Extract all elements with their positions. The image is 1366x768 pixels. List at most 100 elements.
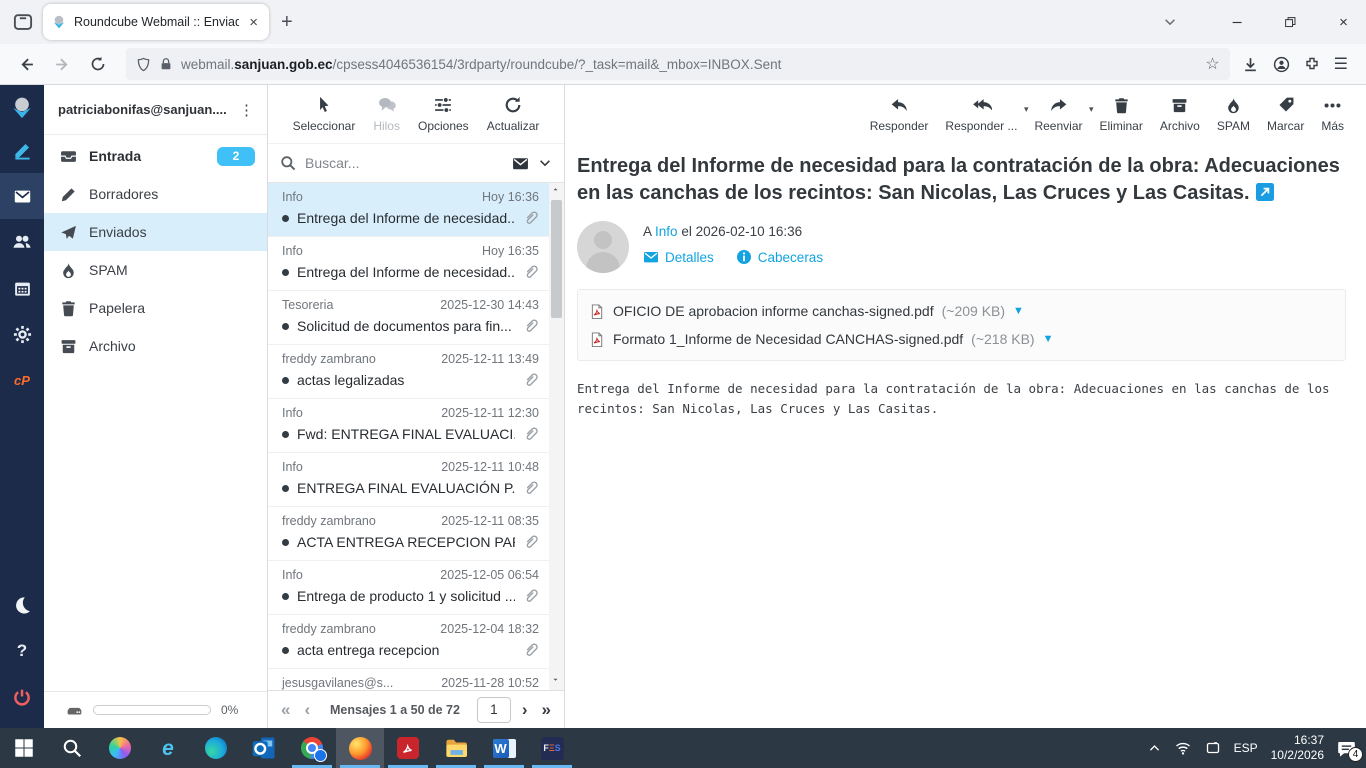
taskbar-app[interactable]: W [480,728,528,768]
rail-item[interactable] [0,173,44,219]
rail-item[interactable] [0,582,44,628]
message-row[interactable]: jesusgavilanes@s... 2025-11-28 10:52 [268,669,549,690]
tab-close-icon[interactable]: × [246,14,261,31]
rail-item[interactable] [0,127,44,173]
rail-item[interactable]: ? [0,628,44,674]
back-button[interactable] [10,49,42,79]
scroll-thumb[interactable] [551,200,562,318]
folder-item[interactable]: Entrada 2 [44,137,267,175]
extensions-icon[interactable] [1304,56,1320,72]
wifi-icon[interactable] [1174,740,1192,756]
lock-icon[interactable] [159,57,173,71]
taskbar-app[interactable]: FΞS [528,728,576,768]
account-menu-icon[interactable]: ⋮ [235,101,259,119]
message-row[interactable]: Info 2025-12-11 12:30 Fwd: ENTREGA FINAL… [268,399,549,453]
folder-item[interactable]: Archivo [44,327,267,365]
message-row[interactable]: Tesoreria 2025-12-30 14:43 Solicitud de … [268,291,549,345]
first-page-button[interactable]: « [278,700,293,720]
rail-item[interactable] [0,219,44,265]
message-row[interactable]: Info 2025-12-11 10:48 ENTREGA FINAL EVAL… [268,453,549,507]
rail-item[interactable] [0,674,44,720]
list-pagination: « ‹ Mensajes 1 a 50 de 72 1 › » [268,690,564,728]
taskbar-app[interactable] [288,728,336,768]
bookmark-star-icon[interactable]: ☆ [1205,54,1219,74]
scroll-down-icon[interactable] [549,674,564,690]
mail-toolbar-button[interactable]: SPAM ▾ [1217,95,1250,133]
taskbar-app[interactable]: e [144,728,192,768]
window-restore-button[interactable] [1268,0,1313,44]
mail-toolbar-button[interactable]: Reenviar ▾ [1034,95,1082,133]
rail-item[interactable] [0,311,44,357]
mail-toolbar-button[interactable]: Archivo ▾ [1160,95,1200,133]
message-row[interactable]: Info 2025-12-05 06:54 Entrega de product… [268,561,549,615]
list-toolbar-button[interactable]: Opciones [418,95,469,133]
language-indicator[interactable]: ESP [1234,741,1258,755]
attachment-name[interactable]: Formato 1_Informe de Necesidad CANCHAS-s… [613,331,963,347]
tray-chevron-up-icon[interactable] [1148,742,1161,755]
outlook-icon [252,736,276,760]
headers-button[interactable]: Cabeceras [736,249,823,265]
shield-icon[interactable] [136,57,151,72]
last-page-button[interactable]: » [539,700,554,720]
open-in-new-window-icon[interactable] [1256,183,1274,201]
new-tab-button[interactable]: + [281,11,293,34]
window-close-button[interactable]: × [1321,0,1366,44]
message-row[interactable]: freddy zambrano 2025-12-04 18:32 acta en… [268,615,549,669]
taskbar-app[interactable] [432,728,480,768]
message-row[interactable]: freddy zambrano 2025-12-11 08:35 ACTA EN… [268,507,549,561]
message-row[interactable]: freddy zambrano 2025-12-11 13:49 actas l… [268,345,549,399]
search-scope-icon[interactable] [512,155,529,172]
tab-list-chevron-icon[interactable] [1163,15,1177,29]
menu-icon[interactable]: ☰ [1334,54,1348,74]
mail-toolbar-button[interactable]: Marcar ▾ [1267,95,1304,133]
tray-device-icon[interactable] [1205,740,1221,756]
folder-item[interactable]: SPAM [44,251,267,289]
folder-item[interactable]: Enviados [44,213,267,251]
attachment-name[interactable]: OFICIO DE aprobacion informe canchas-sig… [613,303,934,319]
message-row[interactable]: Info Hoy 16:36 Entrega del Informe de ne… [268,183,549,237]
prev-page-button[interactable]: ‹ [301,700,313,720]
search-options-chevron-icon[interactable] [538,156,552,170]
details-button[interactable]: Detalles [643,249,714,265]
taskbar-app[interactable] [192,728,240,768]
recipient-link[interactable]: Info [655,224,678,239]
next-page-button[interactable]: › [519,700,531,720]
list-toolbar-button[interactable]: Actualizar [487,95,540,133]
folder-item[interactable]: Borradores [44,175,267,213]
rail-item[interactable] [0,265,44,311]
mail-toolbar-button[interactable]: Más ▾ [1321,95,1344,133]
message-row[interactable]: Info Hoy 16:35 Entrega del Informe de ne… [268,237,549,291]
list-toolbar-button[interactable]: Hilos [373,95,400,133]
folders-panel: patriciabonifas@sanjuan.... ⋮ Entrada 2 … [44,85,268,728]
forward-button[interactable] [46,49,78,79]
folder-item[interactable]: Papelera [44,289,267,327]
browser-tab[interactable]: Roundcube Webmail :: Enviados × [43,4,269,40]
taskbar-app[interactable] [384,728,432,768]
page-number-box[interactable]: 1 [477,697,511,723]
mail-toolbar-button[interactable]: Eliminar ▾ [1100,95,1143,133]
attachment-menu-caret-icon[interactable]: ▼ [1043,333,1054,345]
taskbar-app[interactable] [240,728,288,768]
taskbar-app[interactable] [336,728,384,768]
search-input[interactable] [305,155,503,171]
url-bar[interactable]: webmail.sanjuan.gob.ec/cpsess4046536154/… [126,48,1230,80]
taskbar-app[interactable] [0,728,48,768]
firefox-view-icon[interactable] [9,8,37,36]
attachment-menu-caret-icon[interactable]: ▼ [1013,305,1024,317]
reload-button[interactable] [82,49,114,79]
clock[interactable]: 16:37 10/2/2026 [1271,733,1324,763]
dropdown-caret-icon[interactable]: ▾ [1024,104,1029,115]
list-scrollbar[interactable] [549,183,564,690]
rail-item[interactable]: cP [0,357,44,403]
scroll-up-icon[interactable] [549,183,564,199]
mail-toolbar-button[interactable]: Responder ... ▾ [945,95,1017,133]
account-icon[interactable] [1273,56,1290,73]
notifications-icon[interactable]: 4 [1337,739,1356,758]
list-toolbar-button[interactable]: Seleccionar [293,95,356,133]
mail-toolbar-button[interactable]: Responder ▾ [870,95,929,133]
taskbar-app[interactable] [96,728,144,768]
taskbar-app[interactable] [48,728,96,768]
window-minimize-button[interactable] [1215,0,1260,44]
downloads-icon[interactable] [1242,56,1259,73]
dropdown-caret-icon[interactable]: ▾ [1089,104,1094,115]
